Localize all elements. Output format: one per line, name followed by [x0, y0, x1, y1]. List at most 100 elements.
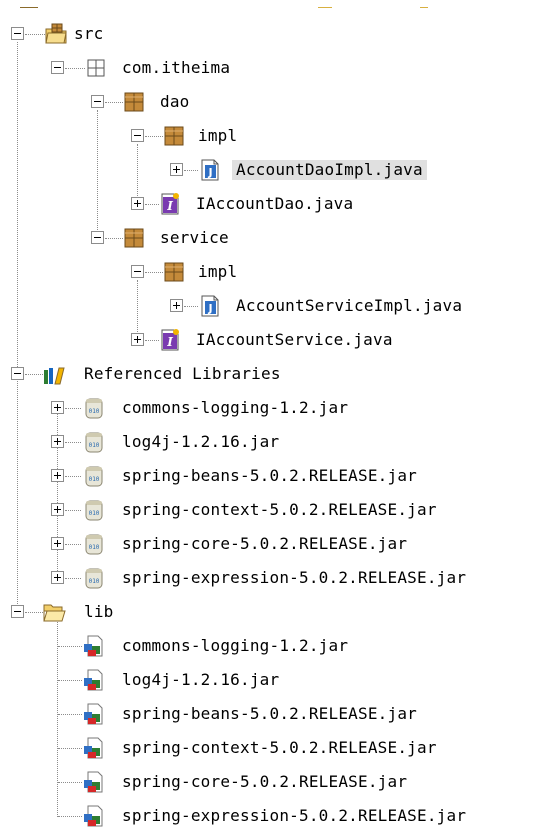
package-icon	[164, 262, 184, 282]
tree-node-label: AccountDaoImpl.java	[232, 160, 427, 180]
jar-icon: 010	[85, 568, 103, 589]
tree-node-label: log4j-1.2.16.jar	[122, 432, 280, 451]
expand-toggle[interactable]	[131, 333, 144, 346]
tree-node-package-service-impl[interactable]: impl	[0, 256, 545, 290]
jar-file-icon	[84, 703, 103, 725]
tree-node-iaccount-dao[interactable]: I IAccountDao.java	[0, 188, 545, 222]
tree-node-label: lib	[84, 602, 114, 621]
tree-node-src[interactable]: src	[0, 18, 545, 52]
package-icon	[164, 126, 184, 146]
tree-node-package-service[interactable]: service	[0, 222, 545, 256]
java-interface-icon: I	[161, 329, 179, 351]
tree-node-referenced-jar[interactable]: 010 spring-expression-5.0.2.RELEASE.jar	[0, 562, 545, 596]
tree-node-lib-jar[interactable]: commons-logging-1.2.jar	[0, 630, 545, 664]
package-explorer-tree: src com.itheima dao impl J AccountDaoImp…	[0, 0, 545, 830]
expand-toggle[interactable]	[170, 163, 183, 176]
svg-text:010: 010	[89, 578, 100, 585]
tree-node-label: spring-beans-5.0.2.RELEASE.jar	[122, 704, 417, 723]
tree-node-referenced-jar[interactable]: 010 commons-logging-1.2.jar	[0, 392, 545, 426]
library-container-icon	[44, 367, 65, 385]
expand-toggle[interactable]	[51, 537, 64, 550]
tree-node-label: log4j-1.2.16.jar	[122, 670, 280, 689]
tree-node-label: spring-expression-5.0.2.RELEASE.jar	[122, 806, 467, 825]
svg-text:010: 010	[89, 476, 100, 483]
tree-node-label: src	[74, 24, 104, 43]
jar-icon: 010	[85, 398, 103, 419]
collapse-toggle[interactable]	[11, 367, 24, 380]
jar-icon: 010	[85, 466, 103, 487]
expand-toggle[interactable]	[170, 299, 183, 312]
jar-file-icon	[84, 635, 103, 657]
tree-node-label: commons-logging-1.2.jar	[122, 398, 349, 417]
tree-node-account-service-impl[interactable]: J AccountServiceImpl.java	[0, 290, 545, 324]
expand-toggle[interactable]	[51, 503, 64, 516]
collapse-toggle[interactable]	[131, 129, 144, 142]
tree-node-label: spring-core-5.0.2.RELEASE.jar	[122, 534, 408, 553]
tree-node-lib-jar[interactable]: log4j-1.2.16.jar	[0, 664, 545, 698]
svg-text:010: 010	[89, 510, 100, 517]
tree-node-label: dao	[160, 92, 190, 111]
tree-node-label: service	[160, 228, 229, 247]
tree-node-label: spring-beans-5.0.2.RELEASE.jar	[122, 466, 417, 485]
tree-node-label: impl	[198, 262, 238, 281]
tree-node-referenced-jar[interactable]: 010 spring-context-5.0.2.RELEASE.jar	[0, 494, 545, 528]
collapse-toggle[interactable]	[131, 265, 144, 278]
expand-toggle[interactable]	[51, 401, 64, 414]
source-folder-icon	[45, 23, 67, 44]
svg-text:010: 010	[89, 442, 100, 449]
package-icon	[124, 228, 144, 248]
tree-node-package-dao-impl[interactable]: impl	[0, 120, 545, 154]
empty-package-icon	[87, 59, 105, 77]
tree-node-lib-jar[interactable]: spring-context-5.0.2.RELEASE.jar	[0, 732, 545, 766]
jar-file-icon	[84, 805, 103, 827]
jar-icon: 010	[85, 534, 103, 555]
collapse-toggle[interactable]	[11, 605, 24, 618]
tree-node-label: spring-core-5.0.2.RELEASE.jar	[122, 772, 408, 791]
tree-node-label: impl	[198, 126, 238, 145]
tree-node-lib-folder[interactable]: lib	[0, 596, 545, 630]
expand-toggle[interactable]	[51, 435, 64, 448]
tree-node-iaccount-service[interactable]: I IAccountService.java	[0, 324, 545, 358]
svg-text:J: J	[207, 166, 212, 179]
svg-text:J: J	[207, 302, 212, 315]
tree-node-label: commons-logging-1.2.jar	[122, 636, 349, 655]
tree-node-label: spring-context-5.0.2.RELEASE.jar	[122, 738, 437, 757]
tree-node-label: IAccountDao.java	[196, 194, 354, 213]
expand-toggle[interactable]	[51, 469, 64, 482]
tree-node-package-dao[interactable]: dao	[0, 86, 545, 120]
expand-toggle[interactable]	[51, 571, 64, 584]
collapse-toggle[interactable]	[91, 231, 104, 244]
clipped-previous-row	[0, 0, 545, 8]
java-class-icon: J	[201, 295, 219, 317]
collapse-toggle[interactable]	[11, 27, 24, 40]
tree-node-label: spring-expression-5.0.2.RELEASE.jar	[122, 568, 467, 587]
jar-file-icon	[84, 669, 103, 691]
jar-file-icon	[84, 737, 103, 759]
svg-text:I: I	[166, 335, 173, 349]
collapse-toggle[interactable]	[51, 61, 64, 74]
tree-node-lib-jar[interactable]: spring-beans-5.0.2.RELEASE.jar	[0, 698, 545, 732]
tree-node-package-com-itheima[interactable]: com.itheima	[0, 52, 545, 86]
tree-node-account-dao-impl[interactable]: J AccountDaoImpl.java	[0, 154, 545, 188]
package-icon	[124, 92, 144, 112]
tree-node-referenced-jar[interactable]: 010 spring-core-5.0.2.RELEASE.jar	[0, 528, 545, 562]
java-class-icon: J	[201, 159, 219, 181]
open-folder-icon	[43, 604, 66, 622]
jar-icon: 010	[85, 432, 103, 453]
tree-node-lib-jar[interactable]: spring-expression-5.0.2.RELEASE.jar	[0, 800, 545, 834]
java-interface-icon: I	[161, 193, 179, 215]
collapse-toggle[interactable]	[91, 95, 104, 108]
tree-node-label: Referenced Libraries	[84, 364, 281, 383]
tree-node-label: com.itheima	[122, 58, 231, 77]
jar-file-icon	[84, 771, 103, 793]
tree-node-referenced-jar[interactable]: 010 log4j-1.2.16.jar	[0, 426, 545, 460]
svg-text:010: 010	[89, 408, 100, 415]
tree-node-label: spring-context-5.0.2.RELEASE.jar	[122, 500, 437, 519]
tree-node-referenced-jar[interactable]: 010 spring-beans-5.0.2.RELEASE.jar	[0, 460, 545, 494]
expand-toggle[interactable]	[131, 197, 144, 210]
jar-icon: 010	[85, 500, 103, 521]
svg-text:010: 010	[89, 544, 100, 551]
tree-node-referenced-libraries[interactable]: Referenced Libraries	[0, 358, 545, 392]
tree-node-label: IAccountService.java	[196, 330, 393, 349]
tree-node-lib-jar[interactable]: spring-core-5.0.2.RELEASE.jar	[0, 766, 545, 800]
